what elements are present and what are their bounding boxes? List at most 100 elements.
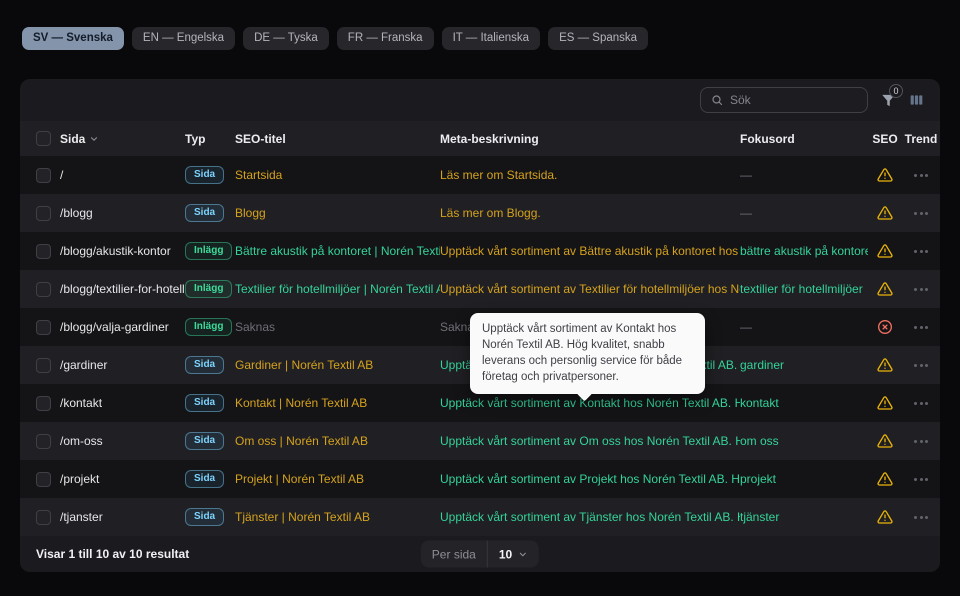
language-tab-label: IT — Italienska bbox=[453, 32, 530, 44]
type-badge: Sida bbox=[185, 432, 224, 450]
language-tabs: SV — Svenska EN — Engelska DE — Tyska FR — … bbox=[22, 27, 648, 50]
seo-warning-icon[interactable] bbox=[877, 395, 893, 411]
focus-keyword-text: bättre akustik på kontoret bbox=[740, 244, 868, 258]
type-badge: Inlägg bbox=[185, 242, 232, 260]
page-path: /blogg/textilier-for-hotell bbox=[60, 282, 185, 296]
focus-keyword-text: om oss bbox=[740, 434, 779, 448]
page-path: /om-oss bbox=[60, 434, 103, 448]
seo-warning-icon[interactable] bbox=[877, 243, 893, 259]
header-fokusord: Fokusord bbox=[740, 132, 868, 146]
table-header-row: Sida Typ SEO-titel Meta-beskrivning Foku… bbox=[20, 121, 940, 156]
row-actions-ellipsis[interactable] bbox=[912, 246, 930, 257]
table-toolbar: 0 bbox=[20, 79, 940, 121]
table-row[interactable]: /tjanster Sida Tjänster | Norén Textil A… bbox=[20, 498, 940, 536]
language-tab-it[interactable]: IT — Italienska bbox=[442, 27, 541, 50]
filter-button[interactable]: 0 bbox=[881, 93, 896, 108]
page-path: /blogg/valja-gardiner bbox=[60, 320, 169, 334]
row-actions-ellipsis[interactable] bbox=[912, 436, 930, 447]
row-checkbox[interactable] bbox=[36, 510, 51, 525]
seo-title-text: Projekt | Norén Textil AB bbox=[235, 472, 364, 486]
per-page-value: 10 bbox=[499, 547, 512, 561]
focus-keyword-text: — bbox=[740, 168, 752, 182]
header-trend: Trend bbox=[902, 132, 940, 146]
focus-keyword-text: — bbox=[740, 206, 752, 220]
table-row[interactable]: /blogg/textilier-for-hotell Inlägg Texti… bbox=[20, 270, 940, 308]
table-footer: Visar 1 till 10 av 10 resultat Per sida … bbox=[20, 536, 940, 572]
table-row[interactable]: /projekt Sida Projekt | Norén Textil AB … bbox=[20, 460, 940, 498]
meta-description-text: Läs mer om Startsida. bbox=[440, 168, 557, 182]
page-path: / bbox=[60, 168, 63, 182]
table-row[interactable]: / Sida Startsida Läs mer om Startsida. — bbox=[20, 156, 940, 194]
type-badge: Sida bbox=[185, 356, 224, 374]
seo-title-text: Textilier för hotellmiljöer | Norén Text… bbox=[235, 282, 440, 296]
focus-keyword-text: gardiner bbox=[740, 358, 784, 372]
table-row[interactable]: /blogg/akustik-kontor Inlägg Bättre akus… bbox=[20, 232, 940, 270]
seo-warning-icon[interactable] bbox=[877, 167, 893, 183]
search-input[interactable] bbox=[730, 93, 857, 107]
app-root: SV — Svenska EN — Engelska DE — Tyska FR — … bbox=[0, 0, 960, 596]
row-actions-ellipsis[interactable] bbox=[912, 360, 930, 371]
meta-description-text: Upptäck vårt sortiment av Tjänster hos N… bbox=[440, 510, 740, 524]
row-checkbox[interactable] bbox=[36, 282, 51, 297]
language-tab-label: DE — Tyska bbox=[254, 32, 318, 44]
header-typ: Typ bbox=[185, 132, 235, 146]
chevron-down-icon bbox=[518, 549, 528, 559]
meta-description-tooltip: Upptäck vårt sortiment av Kontakt hos No… bbox=[470, 313, 705, 394]
row-checkbox[interactable] bbox=[36, 244, 51, 259]
row-checkbox[interactable] bbox=[36, 396, 51, 411]
seo-error-icon[interactable] bbox=[877, 319, 893, 335]
focus-keyword-text: — bbox=[740, 320, 752, 334]
row-checkbox[interactable] bbox=[36, 472, 51, 487]
seo-warning-icon[interactable] bbox=[877, 471, 893, 487]
header-sida: Sida bbox=[60, 132, 85, 146]
seo-warning-icon[interactable] bbox=[877, 281, 893, 297]
header-seo-titel: SEO-titel bbox=[235, 132, 440, 146]
row-actions-ellipsis[interactable] bbox=[912, 474, 930, 485]
language-tab-sv[interactable]: SV — Svenska bbox=[22, 27, 124, 50]
results-count-text: Visar 1 till 10 av 10 resultat bbox=[36, 547, 189, 561]
row-actions-ellipsis[interactable] bbox=[912, 284, 930, 295]
language-tab-en[interactable]: EN — Engelska bbox=[132, 27, 235, 50]
row-actions-ellipsis[interactable] bbox=[912, 170, 930, 181]
focus-keyword-text: kontakt bbox=[740, 396, 779, 410]
language-tab-fr[interactable]: FR — Franska bbox=[337, 27, 434, 50]
row-actions-ellipsis[interactable] bbox=[912, 208, 930, 219]
table-row[interactable]: /blogg Sida Blogg Läs mer om Blogg. — bbox=[20, 194, 940, 232]
type-badge: Sida bbox=[185, 394, 224, 412]
type-badge: Sida bbox=[185, 204, 224, 222]
language-tab-de[interactable]: DE — Tyska bbox=[243, 27, 329, 50]
row-checkbox[interactable] bbox=[36, 358, 51, 373]
meta-description-text: Upptäck vårt sortiment av Projekt hos No… bbox=[440, 472, 740, 486]
seo-warning-icon[interactable] bbox=[877, 433, 893, 449]
select-all-checkbox[interactable] bbox=[36, 131, 51, 146]
row-checkbox[interactable] bbox=[36, 320, 51, 335]
search-input-wrapper[interactable] bbox=[700, 87, 868, 113]
columns-button[interactable] bbox=[909, 93, 924, 107]
seo-title-text: Blogg bbox=[235, 206, 266, 220]
row-actions-ellipsis[interactable] bbox=[912, 398, 930, 409]
focus-keyword-text: textilier för hotellmiljöer bbox=[740, 282, 863, 296]
row-checkbox[interactable] bbox=[36, 168, 51, 183]
language-tab-es[interactable]: ES — Spanska bbox=[548, 27, 648, 50]
seo-warning-icon[interactable] bbox=[877, 357, 893, 373]
seo-warning-icon[interactable] bbox=[877, 205, 893, 221]
row-checkbox[interactable] bbox=[36, 434, 51, 449]
type-badge: Inlägg bbox=[185, 280, 232, 298]
header-meta-beskrivning: Meta-beskrivning bbox=[440, 132, 740, 146]
row-actions-ellipsis[interactable] bbox=[912, 512, 930, 523]
table-row[interactable]: /om-oss Sida Om oss | Norén Textil AB Up… bbox=[20, 422, 940, 460]
focus-keyword-text: projekt bbox=[740, 472, 776, 486]
meta-description-text: Upptäck vårt sortiment av Textilier för … bbox=[440, 282, 740, 296]
seo-title-text: Tjänster | Norén Textil AB bbox=[235, 510, 370, 524]
seo-title-text: Om oss | Norén Textil AB bbox=[235, 434, 368, 448]
per-page-select[interactable]: Per sida 10 bbox=[421, 541, 539, 568]
row-actions-ellipsis[interactable] bbox=[912, 322, 930, 333]
seo-title-text: Startsida bbox=[235, 168, 282, 182]
row-checkbox[interactable] bbox=[36, 206, 51, 221]
page-path: /blogg bbox=[60, 206, 93, 220]
column-sort-sida[interactable]: Sida bbox=[60, 132, 99, 146]
language-tab-label: SV — Svenska bbox=[33, 32, 113, 44]
search-icon bbox=[711, 94, 723, 106]
seo-warning-icon[interactable] bbox=[877, 509, 893, 525]
per-page-label: Per sida bbox=[421, 547, 487, 561]
